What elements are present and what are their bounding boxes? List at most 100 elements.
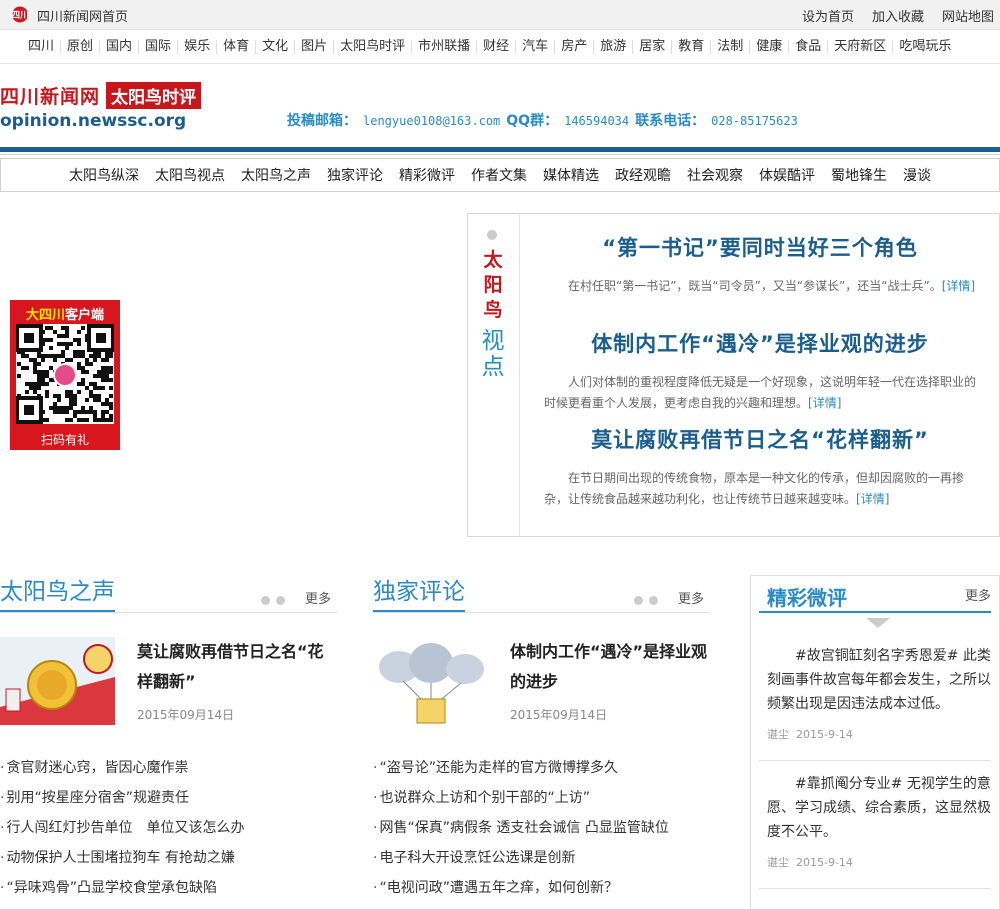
weibo-meta: 谌尘 2015-9-14 [767,728,853,741]
list-item[interactable]: 贪官财迷心窍，皆因心魔作祟 [0,753,337,783]
dot-icon[interactable] [634,596,643,605]
top-bar: 四川 四川新闻网首页 设为首页 加入收藏 网站地图 [0,0,1000,30]
section-nav-item[interactable]: 社会观察 [687,165,743,185]
channel-nav: 四川 原创 国内 国际 娱乐 体育 文化 图片 太阳鸟时评 市州联播 财经 汽车 房产 旅游 居家 教育 法制健… [0,30,1000,64]
carousel-dots [628,594,658,609]
channel-link[interactable]: 体育 [217,39,257,54]
viewpoint-item-title[interactable]: 莫让腐败再借节日之名“花样翻新” [520,424,1000,454]
qr-caption: 扫码有礼 [40,433,89,447]
channel-link[interactable]: 食品 [789,39,829,54]
app-qr-card[interactable]: 大四川客户端 扫码有礼 [10,300,120,450]
viewpoint-item-summary: 在村任职“第一书记”，既当“司令员”，又当“参谋长”，还当“战士兵”。[详情] [568,279,976,293]
channel-link[interactable]: 原创 [61,39,101,54]
weibo-item: #靠抓阄分专业# 无视学生的意愿、学习成绩、综合素质，这显然极度不公平。 谌尘 … [751,772,999,870]
more-link[interactable]: 更多 [965,585,991,604]
section-nav-item[interactable]: 体娱酷评 [759,165,815,185]
feature-title[interactable]: 莫让腐败再借节日之名“花样翻新” [137,637,337,697]
column-title[interactable]: 太阳鸟之声 [0,577,115,612]
list-item[interactable]: 也说群众上访和个别干部的“上访” [373,783,710,813]
svg-text:四川: 四川 [11,10,29,21]
channel-link[interactable]: 财经 [477,39,517,54]
list-item[interactable]: 行人闯红灯抄告单位 单位又该怎么办 [0,813,337,843]
list-item[interactable]: “异味鸡骨”凸显学校食堂承包缺陷 [0,873,337,903]
list-item[interactable]: 电子科大开设烹饪公选课是创新 [373,843,710,873]
phone-value: 028-85175623 [711,114,798,128]
channel-link[interactable]: 教育 [672,39,712,54]
channel-link[interactable]: 法制 [711,39,751,54]
feature-date: 2015年09月14日 [137,708,235,722]
section-nav-item[interactable]: 媒体精选 [543,165,599,185]
dot-icon[interactable] [649,596,658,605]
section-nav-item[interactable]: 蜀地锋生 [831,165,887,185]
channel-link[interactable]: 四川 [22,39,62,54]
section-nav-item[interactable]: 独家评论 [327,165,383,185]
channel-link[interactable]: 文化 [256,39,296,54]
set-homepage-link[interactable]: 设为首页 [802,6,854,25]
channel-link[interactable]: 吃喝玩乐 [893,39,957,54]
weibo-text[interactable]: #靠抓阄分专业# 无视学生的意愿、学习成绩、综合素质，这显然极度不公平。 [767,772,991,844]
sitemap-link[interactable]: 网站地图 [942,6,994,25]
channel-link[interactable]: 市州联播 [412,39,478,54]
viewpoint-item-summary: 在节日期间出现的传统食物，原本是一种文化的传承，但却因腐败的一再掺杂，让传统食品… [544,471,965,506]
viewpoint-item: “第一书记”要同时当好三个角色 在村任职“第一书记”，既当“司令员”，又当“参谋… [520,232,1000,297]
column-sunbird-voice: 太阳鸟之声 更多 莫让腐败再借节日之名“花样翻新” 2015年09月14日 贪官… [0,575,337,896]
feature-thumbnail[interactable] [373,637,488,725]
feature-thumbnail[interactable] [0,637,115,725]
section-nav-item[interactable]: 作者文集 [471,165,527,185]
channel-link[interactable]: 房产 [555,39,595,54]
channel-link[interactable]: 国内 [100,39,140,54]
weibo-text[interactable]: #故宫铜缸刻名字秀恩爱# 此类刻画事件故宫每年都会发生，之所以频繁出现是因违法成… [767,644,991,716]
site-logo-icon[interactable]: 四川 [8,6,32,23]
phone-label: 联系电话： [635,113,706,129]
viewpoint-item-title[interactable]: 体制内工作“遇冷”是择业观的进步 [520,328,1000,358]
add-favorite-link[interactable]: 加入收藏 [872,6,924,25]
dot-icon[interactable] [276,596,285,605]
contact-info: 投稿邮箱： lengyue0108@163.com QQ群： 146594034 联系电… [287,110,804,130]
channel-link[interactable]: 娱乐 [178,39,218,54]
dot-icon[interactable] [261,596,270,605]
channel-link[interactable]: 国际 [139,39,179,54]
section-nav-item[interactable]: 漫谈 [903,165,931,185]
channel-link[interactable]: 天府新区 [828,39,894,54]
channel-link[interactable]: 汽车 [516,39,556,54]
dot-icon [487,230,497,240]
feature-title[interactable]: 体制内工作“遇冷”是择业观的进步 [510,637,710,697]
section-nav-item[interactable]: 太阳鸟视点 [155,165,225,185]
channel-link[interactable]: 旅游 [594,39,634,54]
section-nav-item[interactable]: 太阳鸟之声 [241,165,311,185]
weibo-comments-panel: 精彩微评 更多 #故宫铜缸刻名字秀恩爱# 此类刻画事件故宫每年都会发生，之所以频… [750,575,1000,909]
brand-tag: 太阳鸟时评 [106,82,202,109]
column-title[interactable]: 精彩微评 [767,582,847,611]
section-nav-item[interactable]: 太阳鸟纵深 [69,165,139,185]
viewpoint-item: 莫让腐败再借节日之名“花样翻新” 在节日期间出现的传统食物，原本是一种文化的传承… [520,424,1000,510]
brand-logo[interactable]: 四川新闻网 太阳鸟时评 opinion.newssc.org [0,82,202,131]
list-item[interactable]: “盗号论”还能为走样的官方微博撑多久 [373,753,710,783]
channel-link[interactable]: 图片 [295,39,335,54]
more-link[interactable]: 更多 [305,588,331,607]
channel-link[interactable]: 居家 [633,39,673,54]
list-item[interactable]: 别用“按星座分宿舍”规避责任 [0,783,337,813]
qq-label: QQ群： [506,113,559,129]
viewpoint-label-blue: 视点 [481,328,505,380]
qq-value: 146594034 [564,114,630,128]
viewpoint-label: 太阳鸟 视点 [468,214,520,536]
home-link[interactable]: 四川新闻网首页 [37,6,128,25]
section-nav-item[interactable]: 精彩微评 [399,165,455,185]
brand-url: opinion.newssc.org [0,111,187,131]
channel-link[interactable]: 太阳鸟时评 [334,39,413,54]
detail-link[interactable]: [详情] [856,492,889,506]
viewpoint-item-title[interactable]: “第一书记”要同时当好三个角色 [520,232,1000,262]
list-item[interactable]: 网售“保真”病假条 透支社会诚信 凸显监管缺位 [373,813,710,843]
article-list: 贪官财迷心窍，皆因心魔作祟 别用“按星座分宿舍”规避责任 行人闯红灯抄告单位 单… [0,753,337,903]
list-item[interactable]: 动物保护人士围堵拉狗车 有抢劫之嫌 [0,843,337,873]
viewpoint-panel: 太阳鸟 视点 “第一书记”要同时当好三个角色 在村任职“第一书记”，既当“司令员… [467,213,1000,537]
list-item[interactable]: “电视问政”遭遇五年之痒，如何创新？ [373,873,710,903]
channel-link[interactable]: 健康 [750,39,790,54]
detail-link[interactable]: [详情] [808,396,841,410]
column-exclusive-commentary: 独家评论 更多 体制内工作“遇冷”是择业观的进步 2015年09月14日 “盗号… [373,575,710,896]
section-nav-item[interactable]: 政经观瞻 [615,165,671,185]
detail-link[interactable]: [详情] [942,279,975,293]
top-links: 设为首页 加入收藏 网站地图 [784,6,994,25]
column-title[interactable]: 独家评论 [373,577,465,612]
more-link[interactable]: 更多 [678,588,704,607]
